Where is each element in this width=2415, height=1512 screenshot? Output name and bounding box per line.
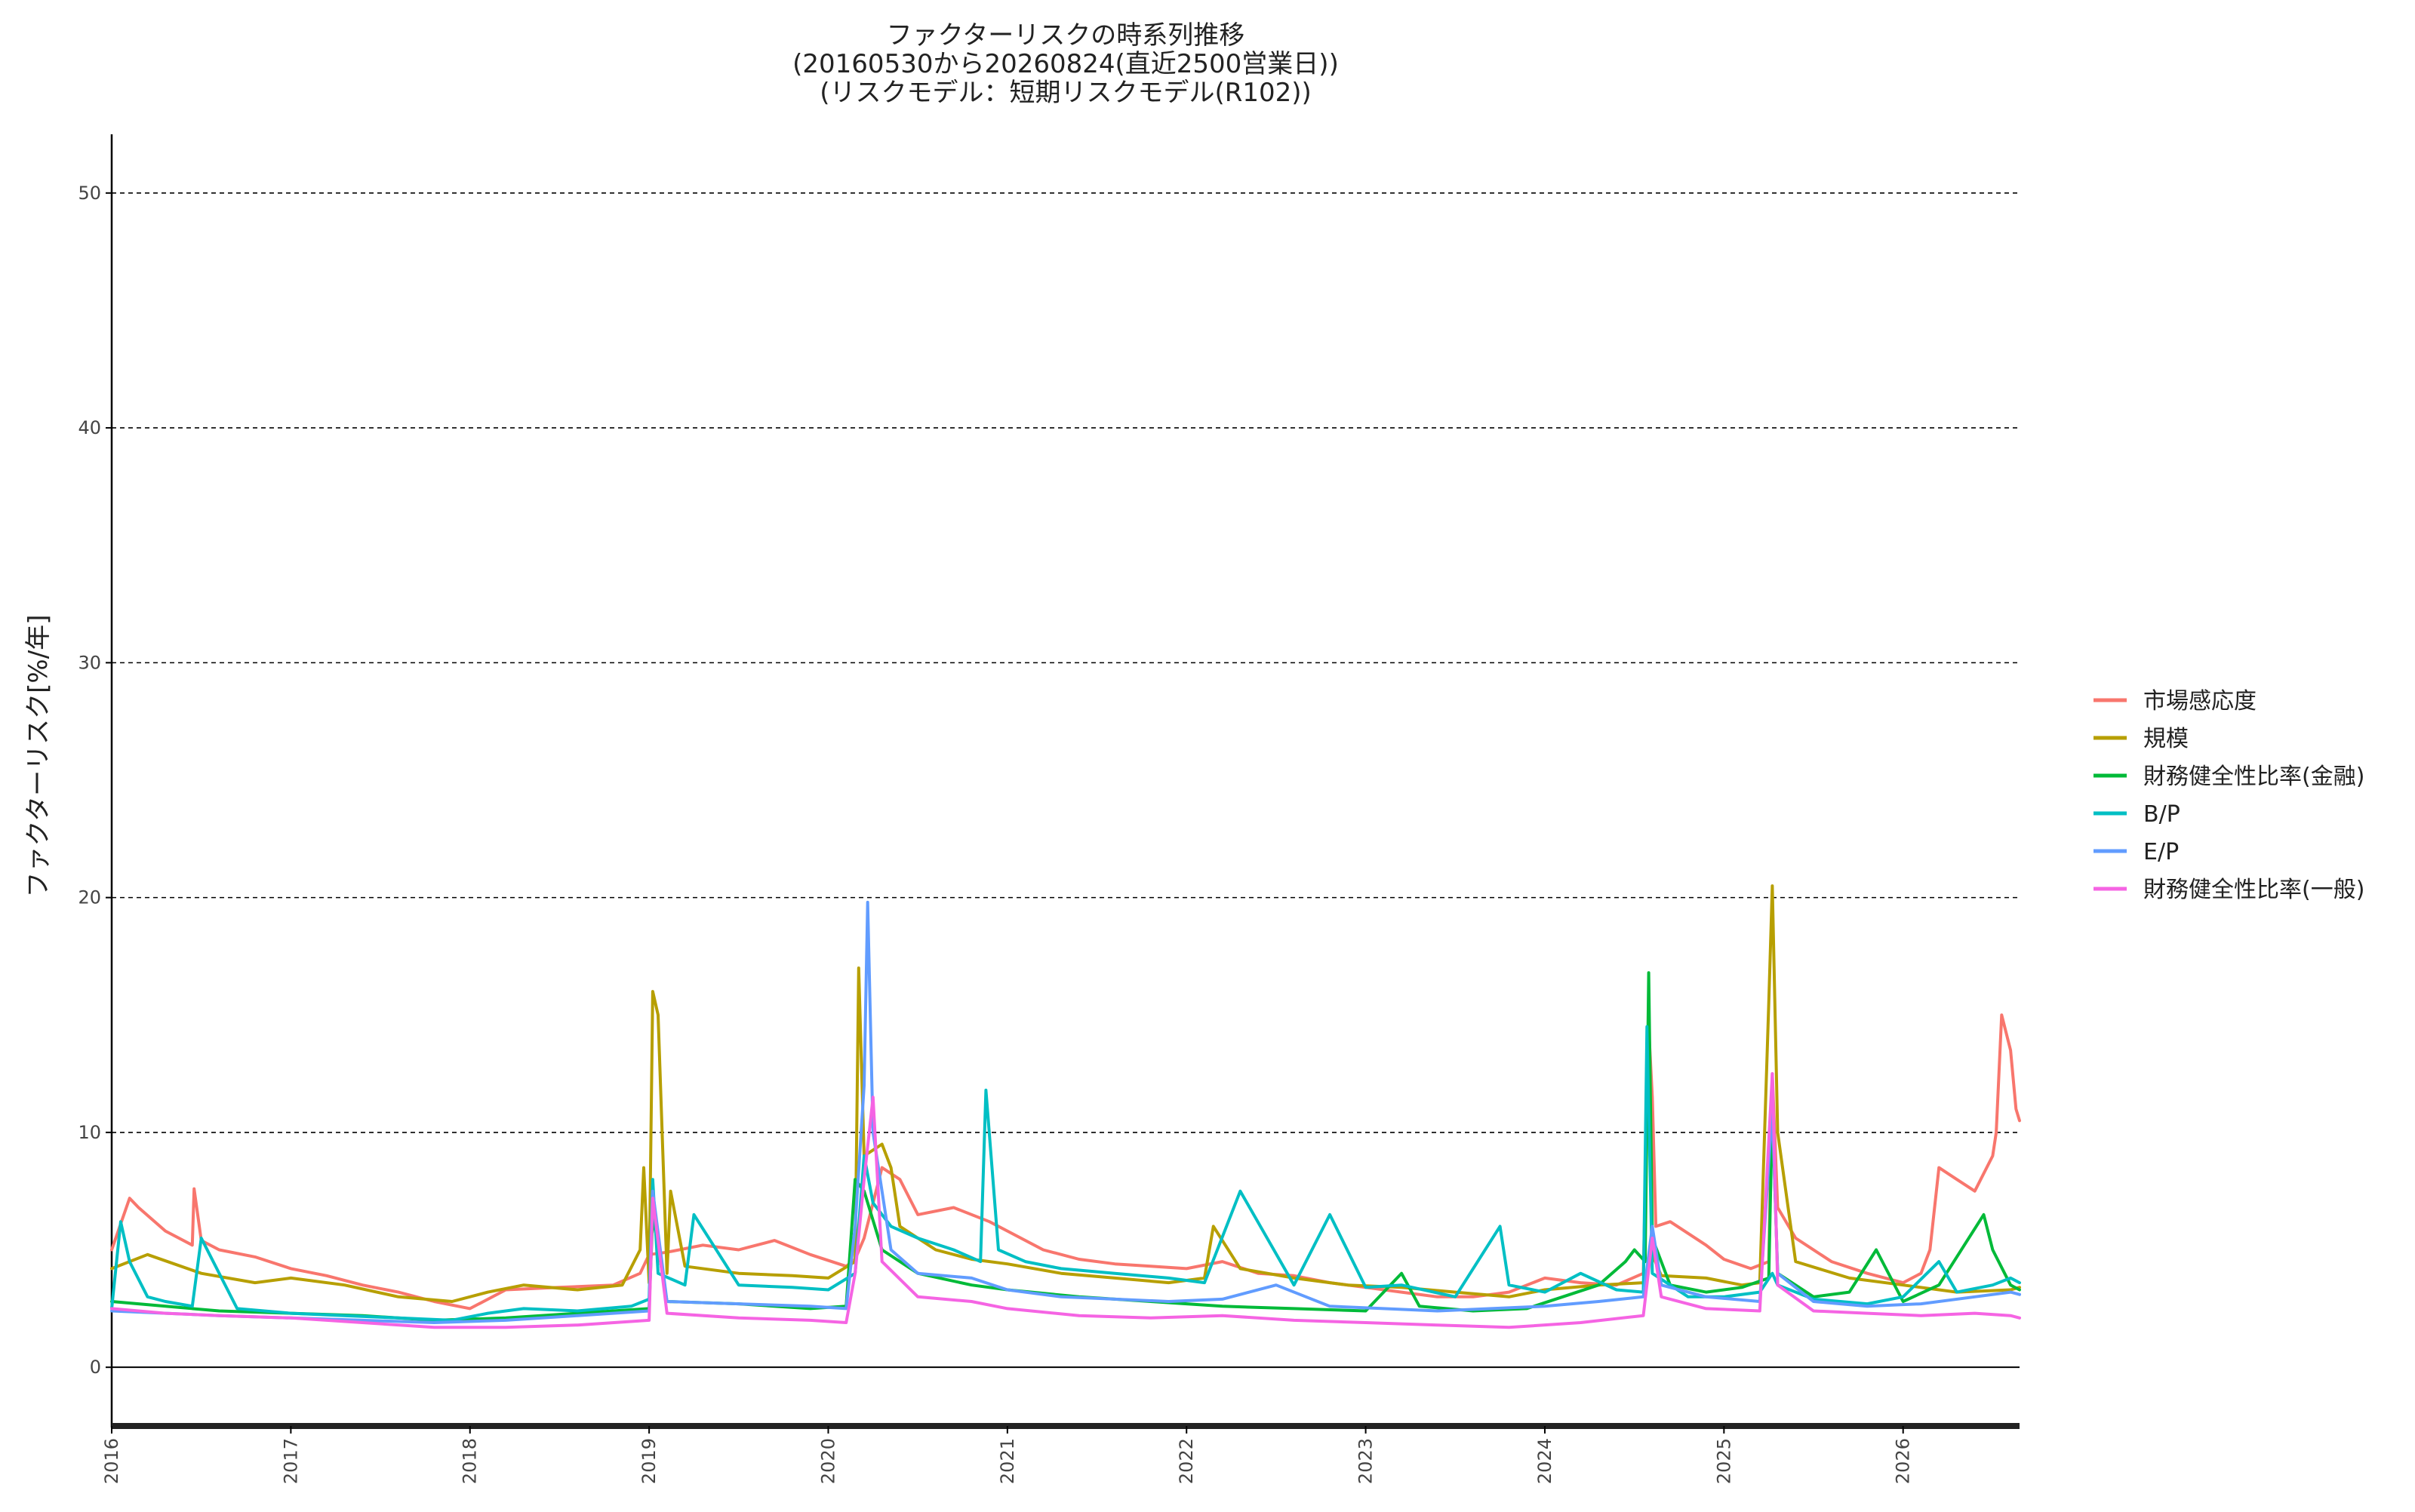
y-tick-label-0: 0 <box>90 1357 101 1378</box>
x-tick-label-2024: 2024 <box>1534 1438 1555 1484</box>
legend-label-2: 規模 <box>2143 726 2189 752</box>
x-tick-label-2017: 2017 <box>280 1438 301 1484</box>
chart-title-line-3: (リスクモデル：短期リスクモデル(R102)) <box>820 78 1312 108</box>
series-line-4 <box>110 1025 2021 1322</box>
x-axis-ticks: 2016 2017 2018 2019 2020 2021 2022 2023 2024 2025… <box>101 1426 1914 1484</box>
chart-root: ファクターリスクの時系列推移 (20160530から20260824(直近250… <box>0 0 2415 1509</box>
chart-title-line-1: ファクターリスクの時系列推移 <box>887 20 1245 51</box>
x-tick-label-2025: 2025 <box>1713 1438 1734 1484</box>
y-tick-label-40: 40 <box>78 417 101 438</box>
series-line-1 <box>110 1013 2021 1311</box>
chart-title: ファクターリスクの時系列推移 (20160530から20260824(直近250… <box>792 20 1339 108</box>
legend-label-5: E/P <box>2143 839 2179 865</box>
x-tick-label-2020: 2020 <box>817 1438 838 1484</box>
y-tick-label-10: 10 <box>78 1122 101 1143</box>
y-axis-ticks: 0 10 20 30 40 50 <box>78 183 112 1378</box>
x-tick-label-2022: 2022 <box>1176 1438 1197 1484</box>
x-tick-label-2016: 2016 <box>101 1438 122 1484</box>
x-tick-label-2019: 2019 <box>638 1438 660 1484</box>
x-tick-label-2026: 2026 <box>1893 1438 1914 1484</box>
x-tick-label-2021: 2021 <box>997 1438 1018 1484</box>
x-tick-label-2018: 2018 <box>460 1438 481 1484</box>
chart-title-line-2: (20160530から20260824(直近2500営業日)) <box>792 49 1339 79</box>
x-tick-label-2023: 2023 <box>1355 1438 1377 1484</box>
gridlines <box>112 192 2020 1369</box>
series-line-5 <box>110 900 2021 1324</box>
y-tick-label-30: 30 <box>78 652 101 673</box>
y-tick-label-50: 50 <box>78 183 101 204</box>
y-axis-title: ファクターリスク[%/年] <box>23 615 54 898</box>
series-lines <box>110 884 2021 1329</box>
legend-label-3: 財務健全性比率(金融) <box>2143 764 2364 790</box>
axes <box>110 134 2020 1429</box>
series-line-2 <box>110 884 2021 1303</box>
legend-label-1: 市場感応度 <box>2143 688 2257 715</box>
legend: 市場感応度規模財務健全性比率(金融) B/P E/P 財務健全性比率(一般) <box>2094 688 2364 903</box>
chart-svg: ファクターリスクの時系列推移 (20160530から20260824(直近250… <box>23 20 2364 1484</box>
legend-label-6: 財務健全性比率(一般) <box>2143 877 2364 903</box>
y-tick-label-20: 20 <box>78 887 101 908</box>
legend-label-4: B/P <box>2143 801 2180 828</box>
